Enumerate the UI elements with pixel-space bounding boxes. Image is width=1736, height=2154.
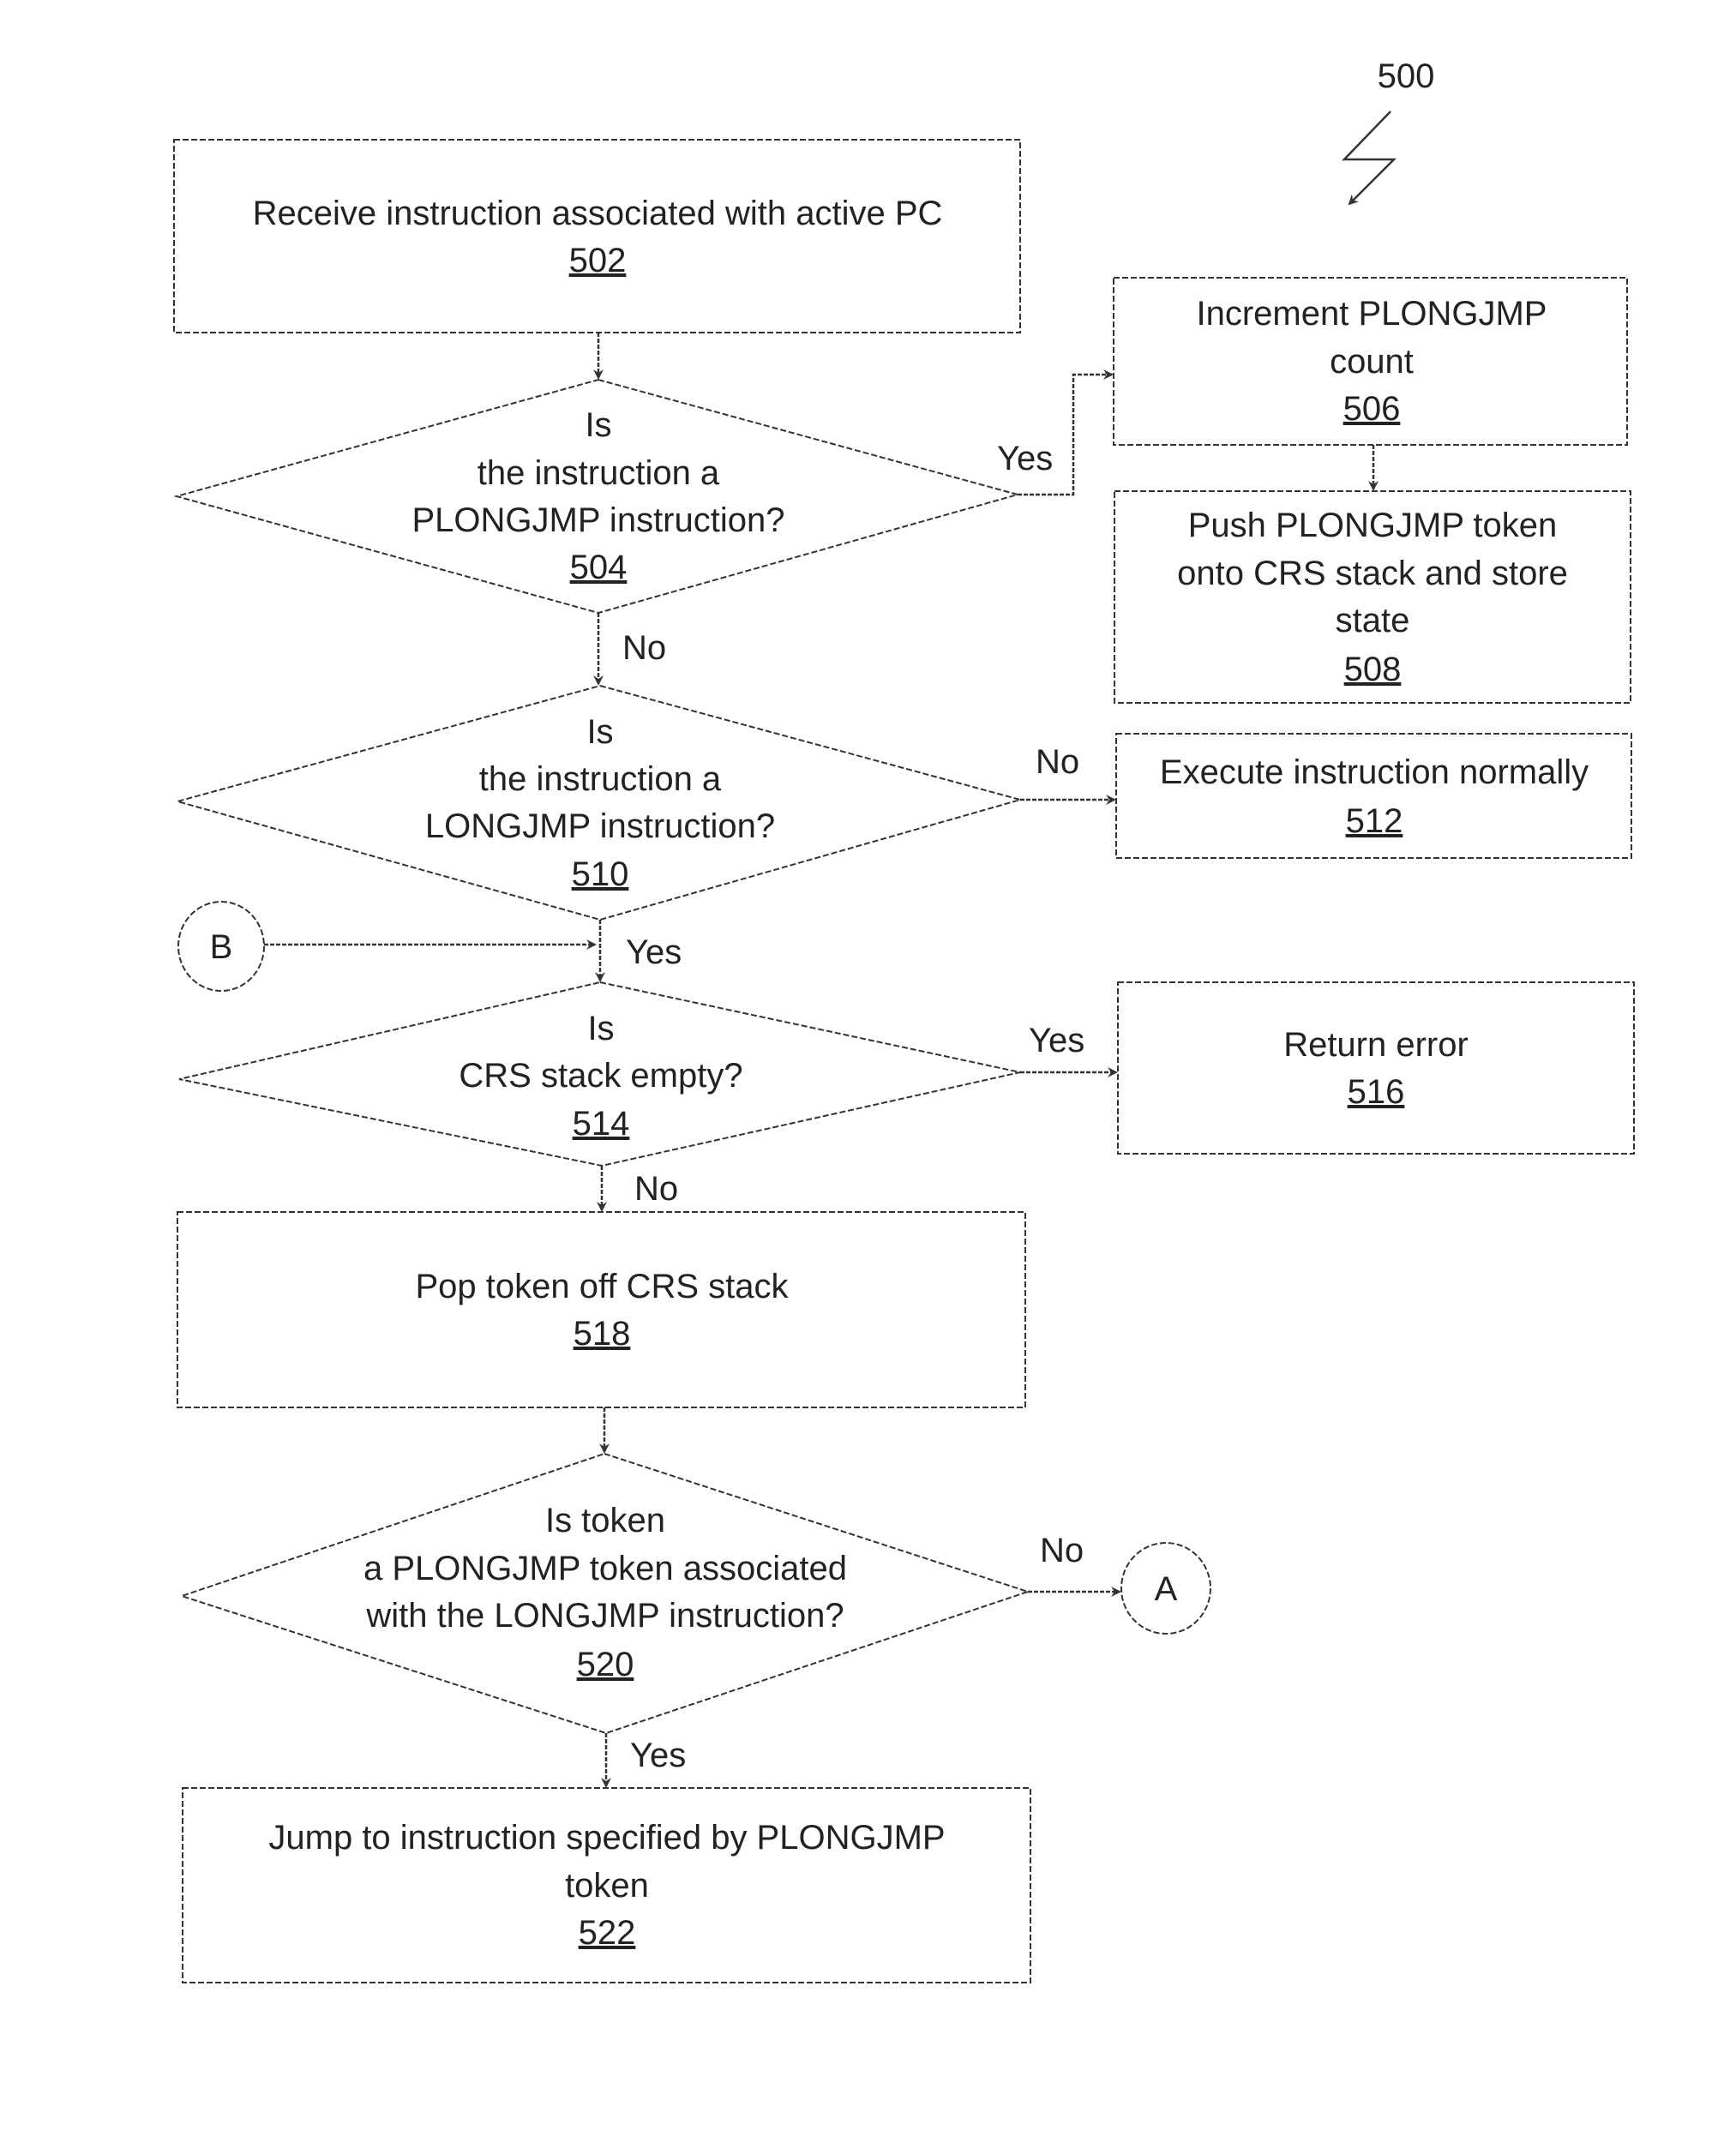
process-516: Return error 516 (1117, 981, 1635, 1155)
edge-label-514-yes: Yes (1029, 1022, 1084, 1059)
process-506-line-2: count (1330, 343, 1414, 381)
process-502-text: Receive instruction associated with acti… (253, 195, 943, 232)
decision-520-line-3: with the LONGJMP instruction? (365, 1597, 844, 1635)
decision-514-number: 514 (573, 1105, 630, 1143)
decision-514-line-2: CRS stack empty? (459, 1057, 742, 1095)
edge-label-510-yes: Yes (626, 933, 682, 971)
process-518-text: Pop token off CRS stack (415, 1268, 789, 1305)
decision-520-number: 520 (577, 1646, 634, 1683)
decision-520: Is token a PLONGJMP token associated wit… (178, 1452, 1031, 1735)
decision-510-number: 510 (572, 855, 629, 893)
edge-label-510-no: No (1036, 743, 1079, 781)
connector-b-label: B (210, 928, 233, 966)
process-522-number: 522 (579, 1914, 636, 1952)
decision-510-line-1: Is (586, 713, 613, 751)
figure-reference-label: 500 (1378, 57, 1435, 95)
connector-a-label: A (1155, 1570, 1178, 1608)
process-512: Execute instruction normally 512 (1115, 733, 1632, 859)
decision-510-line-2: the instruction a (479, 760, 722, 798)
connector-a: A (1120, 1542, 1211, 1635)
decision-520-line-2: a PLONGJMP token associated (363, 1550, 847, 1587)
process-502: Receive instruction associated with acti… (173, 139, 1021, 333)
decision-520-line-1: Is token (545, 1502, 665, 1539)
process-506-number: 506 (1343, 390, 1401, 428)
process-506: Increment PLONGJMP count 506 (1113, 277, 1628, 446)
decision-504-line-2: the instruction a (478, 454, 720, 492)
figure-reference-arrow (1342, 111, 1397, 206)
decision-514-line-1: Is (587, 1010, 614, 1047)
process-522-line-1: Jump to instruction specified by PLONGJM… (268, 1819, 945, 1857)
process-522-line-2: token (565, 1867, 649, 1905)
process-512-number: 512 (1346, 802, 1403, 840)
decision-510: Is the instruction a LONGJMP instruction… (174, 684, 1024, 921)
process-502-number: 502 (569, 242, 627, 279)
process-522: Jump to instruction specified by PLONGJM… (182, 1787, 1031, 1983)
process-516-text: Return error (1283, 1026, 1469, 1064)
decision-510-line-3: LONGJMP instruction? (425, 807, 775, 845)
process-516-number: 516 (1348, 1073, 1405, 1111)
decision-504-number: 504 (570, 549, 628, 586)
decision-504-line-1: Is (585, 406, 611, 444)
process-512-text: Execute instruction normally (1160, 753, 1589, 791)
process-518: Pop token off CRS stack 518 (177, 1211, 1026, 1408)
edge-label-520-yes: Yes (630, 1737, 686, 1774)
edge-label-514-no: No (634, 1170, 678, 1208)
process-508-line-3: state (1336, 602, 1410, 639)
decision-504-line-3: PLONGJMP instruction? (412, 501, 785, 539)
edge-label-504-yes: Yes (997, 440, 1053, 477)
process-518-number: 518 (574, 1315, 631, 1353)
edge-label-520-no: No (1040, 1532, 1084, 1569)
process-508: Push PLONGJMP token onto CRS stack and s… (1114, 490, 1631, 704)
process-508-number: 508 (1344, 651, 1402, 688)
decision-504: Is the instruction a PLONGJMP instructio… (173, 378, 1021, 615)
process-508-line-2: onto CRS stack and store (1177, 555, 1568, 592)
flowchart: 500 Receive instruction associated with … (173, 57, 1635, 1983)
process-508-line-1: Push PLONGJMP token (1188, 507, 1558, 544)
edge-label-504-no: No (622, 629, 666, 667)
decision-514: Is CRS stack empty? 514 (178, 981, 1021, 1167)
connector-b: B (177, 901, 265, 992)
process-506-line-1: Increment PLONGJMP (1196, 295, 1547, 333)
